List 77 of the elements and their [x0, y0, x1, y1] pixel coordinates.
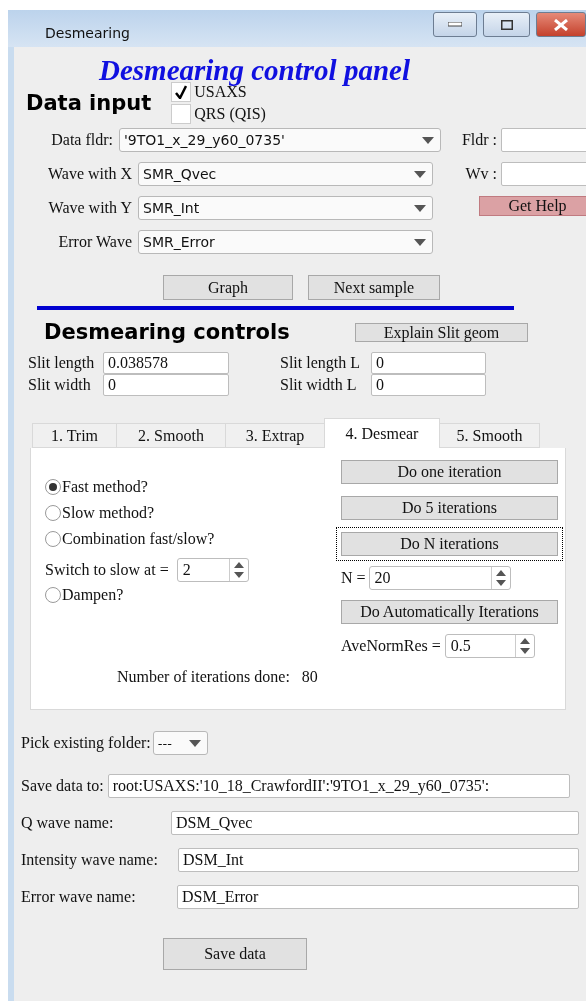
number-field[interactable]: 20 — [368, 566, 511, 590]
radio-button[interactable] — [45, 531, 61, 547]
field-label: Wave with X — [46, 165, 132, 183]
field-label: Error Wave — [57, 233, 132, 251]
action-button[interactable]: Graph — [163, 275, 293, 300]
maximize-button[interactable] — [483, 12, 530, 37]
iteration-button[interactable]: Do 5 iterations — [341, 496, 558, 520]
tab[interactable]: 5. Smooth — [439, 423, 540, 448]
text-field[interactable]: 0 — [103, 374, 229, 396]
number-field[interactable]: 0.5 — [444, 634, 535, 658]
dropdown[interactable]: SMR_Error — [138, 230, 433, 254]
text-field[interactable] — [501, 162, 586, 186]
text-field[interactable]: 0.038578 — [103, 352, 229, 374]
dropdown-caret-icon — [414, 170, 426, 178]
field-label: Slit width L — [280, 375, 358, 395]
text-field[interactable]: 0 — [371, 374, 486, 396]
iterations-label: Number of iterations done: — [117, 668, 290, 686]
field-label: Save data to: — [21, 777, 104, 795]
field-label: N = — [341, 569, 366, 587]
section-title: Data input — [26, 91, 152, 115]
minimize-button[interactable] — [433, 12, 477, 37]
dropdown-caret-icon — [422, 136, 434, 144]
iteration-button[interactable]: Do one iteration — [341, 460, 558, 484]
checkbox[interactable] — [171, 104, 192, 124]
tab[interactable]: 4. Desmear — [324, 418, 440, 448]
field-label: Q wave name: — [21, 814, 115, 832]
minimize-icon — [448, 22, 462, 27]
field-label: Wv : — [464, 165, 497, 183]
text-field[interactable]: root:USAXS:'10_18_CrawfordII':'9TO1_x_29_y60_0735': — [107, 774, 570, 798]
radio-label: Fast method? — [62, 478, 148, 496]
radio-button[interactable] — [45, 479, 61, 495]
tab[interactable]: 3. Extrap — [225, 423, 325, 448]
field-label: Switch to slow at = — [45, 561, 169, 579]
field-label: Wave with Y — [47, 199, 132, 217]
field-label: Pick existing folder: — [21, 734, 151, 752]
dropdown-caret-icon — [414, 204, 426, 212]
field-label: Error wave name: — [21, 888, 137, 906]
field-label: Slit length L — [280, 353, 361, 374]
dropdown[interactable]: '9TO1_x_29_y60_0735' — [119, 128, 441, 152]
section-title: Desmearing controls — [44, 320, 291, 344]
text-field[interactable]: DSM_Qvec — [171, 811, 579, 835]
dropdown[interactable]: SMR_Int — [138, 196, 433, 220]
auto-iterations-button[interactable]: Do Automatically Iterations — [341, 600, 558, 624]
number-field[interactable]: 2 — [176, 558, 249, 582]
text-field[interactable]: 0 — [371, 352, 486, 374]
iterations-count: 80 — [301, 668, 318, 686]
field-label: Data fldr: — [50, 131, 113, 149]
field-label: Slit width — [28, 375, 92, 395]
dropdown-caret-icon — [414, 238, 426, 246]
field-label: Slit length — [28, 353, 96, 374]
field-label: Intensity wave name: — [21, 851, 159, 869]
dropdown[interactable]: SMR_Qvec — [138, 162, 433, 186]
radio-button[interactable] — [45, 587, 61, 603]
check-icon — [175, 85, 188, 99]
tab[interactable]: 1. Trim — [32, 423, 117, 448]
maximize-icon — [500, 19, 513, 30]
tab[interactable]: 2. Smooth — [116, 423, 226, 448]
radio-label: Dampen? — [62, 586, 124, 604]
help-button[interactable]: Get Help — [479, 196, 586, 216]
field-label: AveNormRes = — [341, 637, 441, 655]
radio-label: Combination fast/slow? — [62, 530, 215, 548]
action-button[interactable]: Next sample — [308, 275, 440, 300]
dropdown-caret-icon — [188, 739, 201, 747]
close-button[interactable] — [536, 12, 586, 37]
radio-label: Slow method? — [62, 504, 154, 522]
window-title: Desmearing — [45, 25, 130, 41]
close-icon — [554, 18, 568, 31]
checkbox-label: QRS (QIS) — [194, 105, 266, 123]
field-label: Fldr : — [460, 131, 497, 149]
radio-button[interactable] — [45, 505, 61, 521]
text-field[interactable]: DSM_Int — [178, 848, 579, 872]
explain-button[interactable]: Explain Slit geom — [355, 322, 528, 342]
text-field[interactable] — [501, 128, 586, 152]
iteration-button[interactable]: Do N iterations — [336, 527, 563, 561]
save-button[interactable]: Save data — [163, 938, 307, 970]
folder-dropdown[interactable]: --- — [152, 731, 208, 755]
text-field[interactable]: DSM_Error — [177, 885, 579, 909]
